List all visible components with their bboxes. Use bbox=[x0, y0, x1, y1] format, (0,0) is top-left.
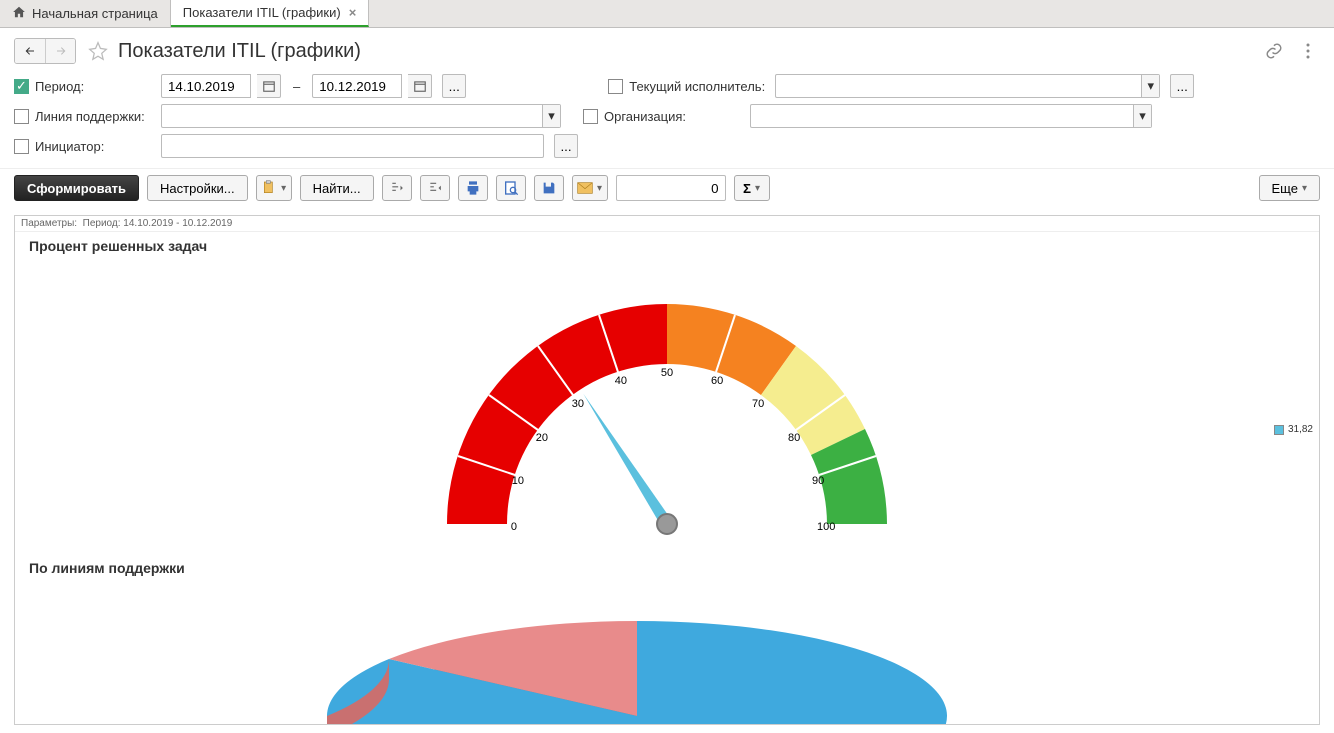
org-label: Организация: bbox=[604, 109, 744, 124]
svg-text:90: 90 bbox=[812, 475, 824, 487]
initiator-label: Инициатор: bbox=[35, 139, 155, 154]
executor-checkbox[interactable] bbox=[608, 79, 623, 94]
expand-button[interactable] bbox=[382, 175, 412, 201]
mail-button[interactable] bbox=[572, 175, 608, 201]
org-checkbox[interactable] bbox=[583, 109, 598, 124]
nav-buttons bbox=[14, 38, 76, 64]
tab-report-label: Показатели ITIL (графики) bbox=[183, 5, 341, 20]
support-line-checkbox[interactable] bbox=[14, 109, 29, 124]
paste-button[interactable] bbox=[256, 175, 292, 201]
generate-button[interactable]: Сформировать bbox=[14, 175, 139, 201]
report-area: Параметры: Период: 14.10.2019 - 10.12.20… bbox=[14, 215, 1320, 725]
chevron-down-icon[interactable]: ▾ bbox=[542, 105, 560, 127]
close-icon[interactable]: × bbox=[349, 5, 357, 20]
tab-home-label: Начальная страница bbox=[32, 6, 158, 21]
svg-text:50: 50 bbox=[661, 367, 673, 379]
sum-input[interactable] bbox=[616, 175, 726, 201]
period-ellipsis-button[interactable]: ... bbox=[442, 74, 466, 98]
executor-input[interactable] bbox=[776, 75, 1141, 97]
preview-button[interactable] bbox=[496, 175, 526, 201]
chevron-down-icon[interactable]: ▾ bbox=[1133, 105, 1151, 127]
support-line-combo[interactable]: ▾ bbox=[161, 104, 561, 128]
svg-text:100: 100 bbox=[817, 521, 835, 533]
initiator-checkbox[interactable] bbox=[14, 139, 29, 154]
gauge-title: Процент решенных задач bbox=[15, 232, 1319, 254]
link-icon[interactable] bbox=[1262, 39, 1286, 63]
svg-text:60: 60 bbox=[711, 375, 723, 387]
gauge-chart: 0 10 20 30 40 50 60 70 80 90 100 31,82 bbox=[15, 264, 1319, 544]
page-header: Показатели ITIL (графики) bbox=[0, 28, 1334, 70]
initiator-combo[interactable] bbox=[161, 134, 544, 158]
page-title: Показатели ITIL (графики) bbox=[118, 40, 1262, 63]
legend-square-icon bbox=[1274, 425, 1284, 435]
svg-text:80: 80 bbox=[788, 432, 800, 444]
chevron-down-icon[interactable]: ▾ bbox=[1141, 75, 1159, 97]
executor-combo[interactable]: ▾ bbox=[775, 74, 1160, 98]
forward-button[interactable] bbox=[45, 39, 75, 63]
toolbar: Сформировать Настройки... Найти... Σ Еще bbox=[0, 168, 1334, 207]
period-label: Период: bbox=[35, 79, 155, 94]
pie-title: По линиям поддержки bbox=[15, 554, 1319, 576]
tab-report[interactable]: Показатели ITIL (графики) × bbox=[171, 0, 370, 27]
more-menu-icon[interactable] bbox=[1296, 39, 1320, 63]
find-button[interactable]: Найти... bbox=[300, 175, 374, 201]
tab-bar: Начальная страница Показатели ITIL (граф… bbox=[0, 0, 1334, 28]
svg-text:30: 30 bbox=[572, 398, 584, 410]
date-from-input[interactable] bbox=[161, 74, 251, 98]
initiator-ellipsis-button[interactable]: ... bbox=[554, 134, 578, 158]
save-button[interactable] bbox=[534, 175, 564, 201]
calendar-to-button[interactable] bbox=[408, 74, 432, 98]
svg-text:20: 20 bbox=[536, 432, 548, 444]
report-params: Параметры: Период: 14.10.2019 - 10.12.20… bbox=[15, 216, 1319, 232]
print-button[interactable] bbox=[458, 175, 488, 201]
org-input[interactable] bbox=[751, 105, 1133, 127]
support-line-input[interactable] bbox=[162, 105, 542, 127]
svg-text:10: 10 bbox=[512, 475, 524, 487]
dash-separator: – bbox=[293, 79, 300, 94]
support-line-label: Линия поддержки: bbox=[35, 109, 155, 124]
initiator-input[interactable] bbox=[162, 135, 543, 157]
favorite-button[interactable] bbox=[86, 39, 110, 63]
calendar-from-button[interactable] bbox=[257, 74, 281, 98]
collapse-button[interactable] bbox=[420, 175, 450, 201]
svg-text:40: 40 bbox=[615, 375, 627, 387]
executor-ellipsis-button[interactable]: ... bbox=[1170, 74, 1194, 98]
svg-text:70: 70 bbox=[752, 398, 764, 410]
period-checkbox[interactable]: ✓ bbox=[14, 79, 29, 94]
settings-button[interactable]: Настройки... bbox=[147, 175, 248, 201]
tab-home[interactable]: Начальная страница bbox=[0, 0, 171, 27]
gauge-legend: 31,82 bbox=[1274, 424, 1313, 435]
more-button[interactable]: Еще bbox=[1259, 175, 1320, 201]
pie-legend: 1-ая линия поддержки bbox=[1195, 724, 1313, 725]
home-icon bbox=[12, 5, 26, 22]
org-combo[interactable]: ▾ bbox=[750, 104, 1152, 128]
date-to-input[interactable] bbox=[312, 74, 402, 98]
filters-panel: ✓ Период: – ... Текущий исполнитель: ▾ .… bbox=[0, 70, 1334, 168]
svg-text:0: 0 bbox=[511, 521, 517, 533]
back-button[interactable] bbox=[15, 39, 45, 63]
sigma-button[interactable]: Σ bbox=[734, 175, 770, 201]
pie-chart: 1-ая линия поддержки bbox=[15, 576, 1319, 725]
executor-label: Текущий исполнитель: bbox=[629, 79, 769, 94]
